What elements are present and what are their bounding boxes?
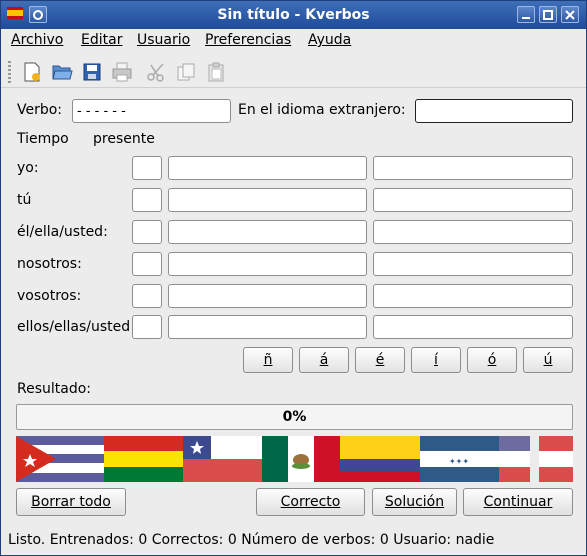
verbs-label: Número de verbos:	[241, 532, 376, 548]
user-name: nadie	[455, 532, 495, 548]
translation-field-tu[interactable]	[373, 188, 573, 212]
cut-icon[interactable]	[145, 61, 167, 83]
solution-button[interactable]: Solución	[372, 488, 457, 516]
menu-bar: Archivo Editar Usuario Preferencias Ayud…	[1, 29, 586, 53]
person-label-yo: yo:	[17, 160, 39, 176]
honduras-flag-icon: ✦✦✦	[420, 436, 499, 482]
toolbar-grip[interactable]	[8, 61, 11, 83]
verb-field[interactable]	[72, 99, 231, 123]
pronoun-field-vosotros[interactable]	[132, 284, 162, 308]
mexico-flag-icon	[262, 436, 340, 482]
accent-button-o[interactable]: ó	[467, 347, 517, 373]
bolivia-flag-icon	[104, 436, 183, 482]
minimize-button[interactable]	[517, 6, 535, 23]
pronoun-field-el[interactable]	[132, 220, 162, 244]
continue-button[interactable]: Continuar	[463, 488, 573, 516]
window-title: Sin título - Kverbos	[217, 7, 370, 23]
translation-field-yo[interactable]	[373, 156, 573, 180]
save-icon[interactable]	[81, 61, 103, 83]
person-label-vosotros: vosotros:	[17, 288, 82, 304]
status-text: Listo.	[8, 532, 46, 548]
person-label-tu: tú	[17, 192, 32, 208]
translation-field-el[interactable]	[373, 220, 573, 244]
accent-button-n-tilde[interactable]: ñ	[243, 347, 293, 373]
pronoun-field-yo[interactable]	[132, 156, 162, 180]
correct-count: 0	[227, 532, 237, 548]
translation-field-vosotros[interactable]	[373, 284, 573, 308]
title-bar[interactable]: Sin título - Kverbos	[1, 1, 586, 29]
menu-preferencias[interactable]: Preferencias	[205, 32, 291, 48]
menu-ayuda[interactable]: Ayuda	[308, 32, 351, 48]
print-icon[interactable]	[111, 61, 133, 83]
tense-value: presente	[93, 131, 155, 147]
colombia-flag-icon	[340, 436, 420, 482]
maximize-button[interactable]	[539, 6, 557, 23]
foreign-verb-field[interactable]	[415, 99, 573, 123]
conjugation-field-nosotros[interactable]	[168, 252, 367, 276]
menu-archivo[interactable]: Archivo	[11, 32, 63, 48]
result-progress-bar: 0%	[16, 404, 573, 430]
pronoun-field-nosotros[interactable]	[132, 252, 162, 276]
tense-label: Tiempo	[17, 131, 69, 147]
person-label-ellos: ellos/ellas/usted	[17, 319, 129, 335]
accent-button-i[interactable]: í	[411, 347, 461, 373]
foreign-language-label: En el idioma extranjero:	[238, 102, 406, 118]
conjugation-field-ellos[interactable]	[168, 315, 367, 339]
open-folder-icon[interactable]	[51, 61, 73, 83]
verb-label: Verbo:	[17, 102, 63, 118]
person-label-nosotros: nosotros:	[17, 256, 82, 272]
trained-count: 0	[138, 532, 148, 548]
translation-field-ellos[interactable]	[373, 315, 573, 339]
accent-button-a[interactable]: á	[299, 347, 349, 373]
close-button[interactable]	[561, 6, 579, 23]
menu-editar[interactable]: Editar	[81, 32, 122, 48]
paraguay-flag-icon	[499, 436, 573, 482]
paste-icon[interactable]	[205, 61, 227, 83]
conjugation-field-vosotros[interactable]	[168, 284, 367, 308]
trained-label: Entrenados:	[49, 532, 134, 548]
verbs-count: 0	[379, 532, 389, 548]
cuba-flag-icon	[16, 436, 104, 482]
conjugation-field-el[interactable]	[168, 220, 367, 244]
user-label: Usuario:	[393, 532, 452, 548]
flags-banner: ✦✦✦	[16, 436, 573, 482]
menu-usuario[interactable]: Usuario	[137, 32, 190, 48]
correct-label: Correctos:	[151, 532, 224, 548]
status-bar: Listo. Entrenados: 0 Correctos: 0 Número…	[8, 532, 494, 548]
copy-icon[interactable]	[175, 61, 197, 83]
chile-flag-icon	[183, 436, 262, 482]
person-label-el: él/ella/usted:	[17, 224, 108, 240]
result-label: Resultado:	[17, 381, 92, 397]
toolbar	[1, 56, 586, 88]
main-window: Sin título - Kverbos Archivo Editar Usua…	[0, 0, 587, 556]
pronoun-field-tu[interactable]	[132, 188, 162, 212]
clear-all-button[interactable]: Borrar todo	[16, 488, 126, 516]
pronoun-field-ellos[interactable]	[132, 315, 162, 339]
correct-button[interactable]: Correcto	[256, 488, 365, 516]
translation-field-nosotros[interactable]	[373, 252, 573, 276]
new-document-icon[interactable]	[21, 61, 43, 83]
svg-text:✦✦✦: ✦✦✦	[449, 457, 469, 466]
accent-button-u[interactable]: ú	[523, 347, 573, 373]
accent-button-e[interactable]: é	[355, 347, 405, 373]
conjugation-field-yo[interactable]	[168, 156, 367, 180]
conjugation-field-tu[interactable]	[168, 188, 367, 212]
